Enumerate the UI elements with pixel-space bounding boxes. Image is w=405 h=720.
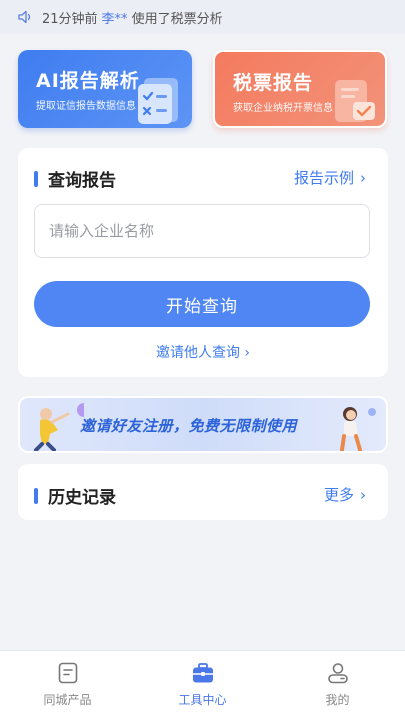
ticker-action: 使用了税票分析 xyxy=(131,11,223,27)
query-section-header: 查询报告 xyxy=(34,166,116,191)
ticker-user: 李** xyxy=(101,11,128,27)
start-query-button[interactable]: 开始查询 xyxy=(34,281,370,327)
tab-local-products[interactable]: 同城产品 xyxy=(0,651,135,720)
receipt-icon xyxy=(335,80,375,122)
speaker-icon xyxy=(18,10,31,24)
tax-report-title: 税票报告 xyxy=(233,72,314,94)
invite-query-link[interactable]: 邀请他人查询 › xyxy=(18,342,388,362)
banner-text: 邀请好友注册，免费无限制使用 xyxy=(80,417,298,435)
woman-illustration-icon xyxy=(340,407,376,451)
person-illustration-icon xyxy=(34,403,84,451)
history-more-link[interactable]: 更多 › xyxy=(324,484,366,505)
query-report-panel: 查询报告 报告示例 › 开始查询 邀请他人查询 › xyxy=(18,148,388,377)
chevron-right-icon: › xyxy=(244,345,251,361)
chevron-right-icon: › xyxy=(360,168,366,187)
ai-report-card[interactable]: AI报告解析 提取证信报告数据信息 xyxy=(18,50,192,128)
activity-ticker: 21分钟前 李** 使用了税票分析 xyxy=(0,0,405,34)
report-example-link[interactable]: 报告示例 › xyxy=(294,167,366,188)
tab-label: 同城产品 xyxy=(43,693,92,707)
invite-query-label: 邀请他人查询 xyxy=(155,345,240,361)
profile-icon xyxy=(327,663,348,684)
history-section-title: 历史记录 xyxy=(48,488,116,508)
tab-label: 我的 xyxy=(325,693,350,707)
invite-promo-banner[interactable]: 邀请好友注册，免费无限制使用 xyxy=(18,396,388,453)
document-icon xyxy=(58,662,77,684)
history-panel: 历史记录 更多 › xyxy=(18,464,388,520)
history-more-label: 更多 xyxy=(323,486,354,504)
chevron-right-icon: › xyxy=(360,485,366,504)
tab-tool-center[interactable]: 工具中心 xyxy=(135,651,270,720)
tax-report-card[interactable]: 税票报告 获取企业纳税开票信息 xyxy=(213,50,387,128)
tax-report-subtitle: 获取企业纳税开票信息 xyxy=(233,103,333,114)
tab-my-profile[interactable]: 我的 xyxy=(270,651,405,720)
history-section-header: 历史记录 xyxy=(34,483,116,508)
bottom-tab-bar: 同城产品 工具中心 我的 xyxy=(0,650,405,720)
ticker-time: 21分钟前 xyxy=(42,11,98,27)
ai-report-subtitle: 提取证信报告数据信息 xyxy=(36,101,136,112)
section-accent-bar xyxy=(34,170,38,187)
section-accent-bar xyxy=(34,487,38,504)
tab-label: 工具中心 xyxy=(178,693,227,707)
checklist-icon xyxy=(138,78,178,124)
query-section-title: 查询报告 xyxy=(48,171,116,191)
company-name-input[interactable] xyxy=(34,204,370,258)
toolbox-icon xyxy=(192,663,213,683)
ai-report-title: AI报告解析 xyxy=(36,70,140,92)
report-example-label: 报告示例 xyxy=(293,169,354,187)
